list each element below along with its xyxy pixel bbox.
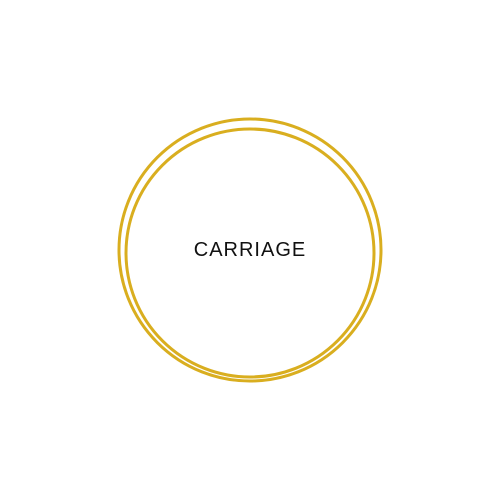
logo: CARRIAGE [0,0,500,500]
brand-name: CARRIAGE [193,239,307,261]
